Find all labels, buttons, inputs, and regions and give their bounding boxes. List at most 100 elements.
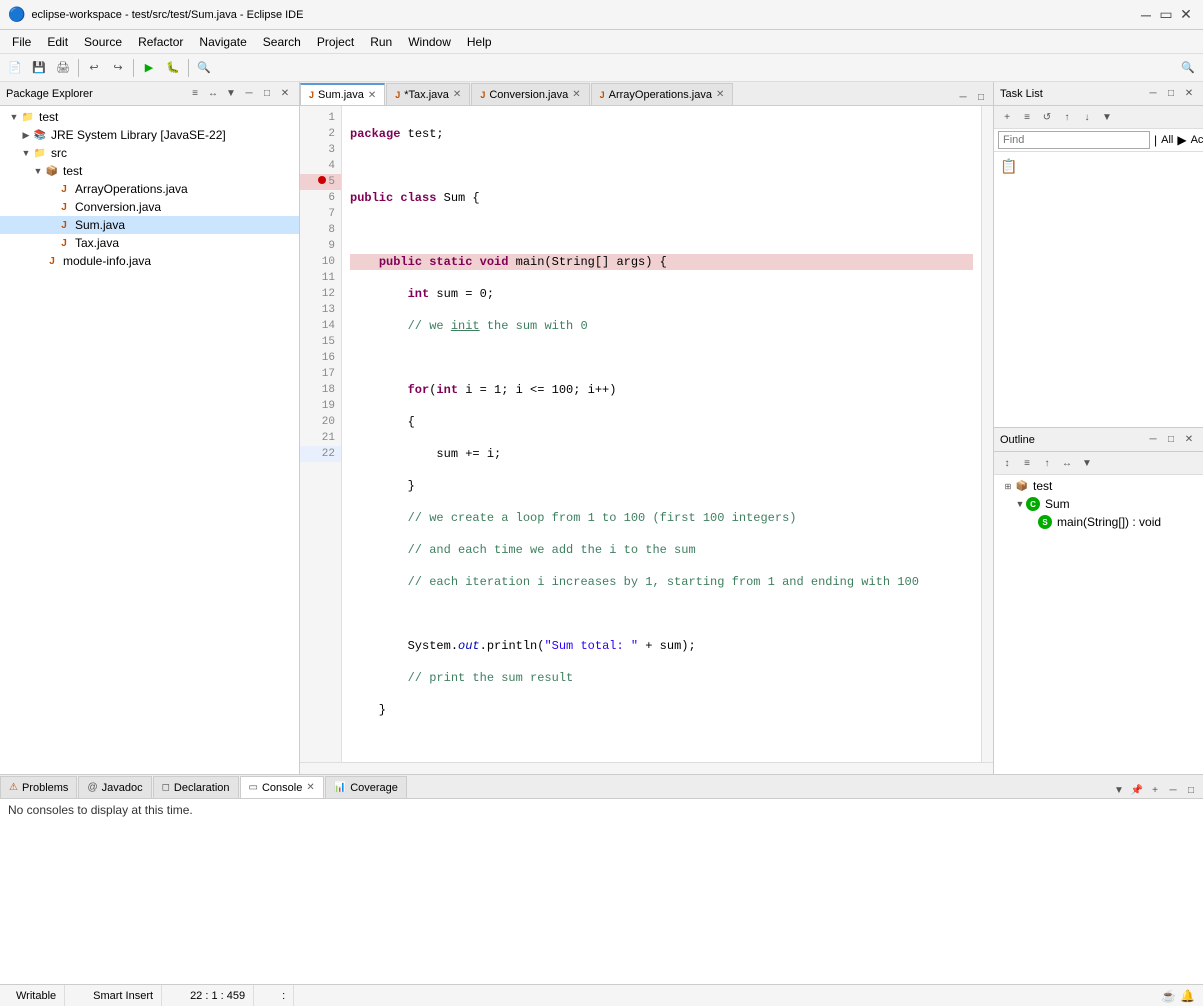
toolbar-search-icon[interactable]: 🔍 [1177,57,1199,79]
menu-window[interactable]: Window [400,33,459,51]
task-collapse-btn[interactable]: ↑ [1058,108,1076,126]
task-view-btn[interactable]: ▼ [1098,108,1116,126]
task-collapse2-btn[interactable]: ↓ [1078,108,1096,126]
debug-button[interactable]: 🐛 [162,57,184,79]
menu-edit[interactable]: Edit [39,33,76,51]
tab-coverage[interactable]: 📊 Coverage [325,776,407,798]
link-with-editor-button[interactable]: ↔ [205,86,221,102]
task-find-input[interactable] [998,131,1150,149]
tab-conversion[interactable]: J Conversion.java ✕ [471,83,589,105]
code-line-19: } [350,702,973,718]
task-filter-btn[interactable]: ≡ [1018,108,1036,126]
code-editor[interactable]: 1 2 3 4 5 6 7 8 9 10 11 12 13 [300,106,993,774]
outline-sort-btn[interactable]: ↕ [998,454,1016,472]
tab-javadoc[interactable]: @ Javadoc [78,776,151,798]
tab-declaration[interactable]: ◻ Declaration [153,776,239,798]
expand-arrow: ▶ [20,130,32,141]
tab-arrayops[interactable]: J ArrayOperations.java ✕ [591,83,734,105]
tab-sum[interactable]: J Sum.java ✕ [300,83,385,105]
tab-close-tax[interactable]: ✕ [453,89,461,100]
code-line-16 [350,606,973,622]
outline-collapse-btn[interactable]: ↑ [1038,454,1056,472]
new-button[interactable]: 📄 [4,57,26,79]
menu-refactor[interactable]: Refactor [130,33,191,51]
tree-item-conversion[interactable]: J Conversion.java [0,198,299,216]
close-panel-button[interactable]: ✕ [277,86,293,102]
tab-close-conversion[interactable]: ✕ [572,89,580,100]
code-line-12: } [350,478,973,494]
outline-minimize[interactable]: ─ [1145,432,1161,448]
menu-run[interactable]: Run [362,33,400,51]
status-notif-icon[interactable]: 🔔 [1180,989,1195,1003]
menu-source[interactable]: Source [76,33,130,51]
console-new[interactable]: + [1147,782,1163,798]
code-line-8 [350,350,973,366]
print-button[interactable]: 🖨 [52,57,74,79]
tree-item-tax[interactable]: J Tax.java [0,234,299,252]
outline-close[interactable]: ✕ [1181,432,1197,448]
close-button[interactable]: ✕ [1177,6,1195,24]
task-new-btn[interactable]: + [998,108,1016,126]
activate-label[interactable]: Activate... [1191,134,1203,146]
bottom-maximize[interactable]: □ [1183,782,1199,798]
collapse-all-button[interactable]: ≡ [187,86,203,102]
tree-item-arrayops[interactable]: J ArrayOperations.java [0,180,299,198]
bottom-minimize[interactable]: ─ [1165,782,1181,798]
tab-tax[interactable]: J *Tax.java ✕ [386,83,470,105]
maximize-button[interactable]: ▭ [1157,6,1175,24]
task-icons-row: 📋 [998,156,1199,177]
tab-console[interactable]: ▭ Console ✕ [240,776,324,798]
task-minimize[interactable]: ─ [1145,86,1161,102]
status-separator: : [274,985,294,1006]
status-java-icon[interactable]: ☕ [1161,989,1176,1003]
package-icon: 📦 [1014,478,1030,494]
tree-item-test-project[interactable]: ▼ 📁 test [0,108,299,126]
project-icon: 📁 [20,109,36,125]
task-list-header: Task List ─ □ ✕ [994,82,1203,106]
task-maximize[interactable]: □ [1163,86,1179,102]
search-toolbar-button[interactable]: 🔍 [193,57,215,79]
tab-close-arrayops[interactable]: ✕ [716,89,724,100]
task-close[interactable]: ✕ [1181,86,1197,102]
menu-help[interactable]: Help [459,33,500,51]
minimize-button[interactable]: ─ [1137,6,1155,24]
redo-button[interactable]: ↪ [107,57,129,79]
menu-project[interactable]: Project [309,33,362,51]
outline-item-main[interactable]: S main(String[]) : void [994,513,1203,531]
tab-close-sum[interactable]: ✕ [368,90,376,101]
console-close[interactable]: ✕ [306,782,314,793]
find-all-label[interactable]: All [1161,134,1173,146]
editor-hscrollbar[interactable] [300,762,993,774]
save-button[interactable]: 💾 [28,57,50,79]
menu-navigate[interactable]: Navigate [191,33,254,51]
run-button[interactable]: ▶ [138,57,160,79]
tab-problems[interactable]: ⚠ Problems [0,776,77,798]
code-content[interactable]: package test; public class Sum { public … [342,106,981,762]
task-sync-btn[interactable]: ↺ [1038,108,1056,126]
tree-item-src[interactable]: ▼ 📁 src [0,144,299,162]
outline-view-btn[interactable]: ▼ [1078,454,1096,472]
tree-item-jre[interactable]: ▶ 📚 JRE System Library [JavaSE-22] [0,126,299,144]
outline-link-btn[interactable]: ↔ [1058,454,1076,472]
tree-label: Sum.java [75,218,125,232]
maximize-panel-button[interactable]: □ [259,86,275,102]
minimize-panel-button[interactable]: ─ [241,86,257,102]
editor-vscrollbar[interactable] [981,106,993,762]
outline-maximize[interactable]: □ [1163,432,1179,448]
editor-minimize[interactable]: ─ [955,89,971,105]
editor-maximize[interactable]: □ [973,89,989,105]
declaration-icon: ◻ [162,782,170,793]
tree-item-sum[interactable]: J Sum.java [0,216,299,234]
menu-file[interactable]: File [4,33,39,51]
console-pin[interactable]: 📌 [1129,782,1145,798]
outline-filter-btn[interactable]: ≡ [1018,454,1036,472]
tree-item-moduleinfo[interactable]: J module-info.java [0,252,299,270]
menu-search[interactable]: Search [255,33,309,51]
undo-button[interactable]: ↩ [83,57,105,79]
tree-item-test-package[interactable]: ▼ 📦 test [0,162,299,180]
outline-item-test[interactable]: ⊞ 📦 test [994,477,1203,495]
view-menu-button[interactable]: ▼ [223,86,239,102]
console-run-dropdown[interactable]: ▼ [1111,782,1127,798]
outline-item-sum[interactable]: ▼ C Sum [994,495,1203,513]
tab-label: Javadoc [102,782,143,794]
